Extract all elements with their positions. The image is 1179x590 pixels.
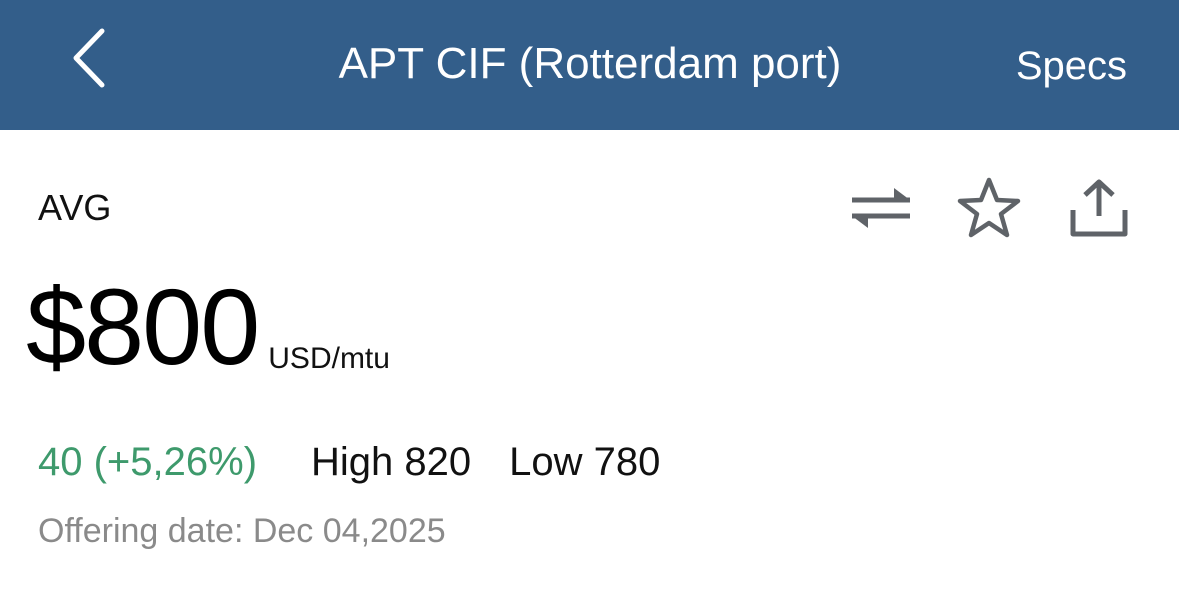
swap-button[interactable] xyxy=(846,176,916,244)
high-value: High 820 xyxy=(311,440,472,484)
price-stats: 40 (+5,26%) High 820 Low 780 xyxy=(38,436,660,488)
share-button[interactable] xyxy=(1064,176,1134,244)
price-change: 40 (+5,26%) xyxy=(38,440,258,484)
star-icon xyxy=(956,176,1022,245)
offering-date: Offering date: Dec 04,2025 xyxy=(38,512,446,550)
price-value: $800 xyxy=(26,266,260,387)
favorite-button[interactable] xyxy=(954,176,1024,244)
price-unit: USD/mtu xyxy=(268,342,390,375)
low-value: Low 780 xyxy=(509,440,661,484)
specs-button[interactable]: Specs xyxy=(1016,40,1127,92)
swap-icon xyxy=(848,182,914,239)
page-title: APT CIF (Rotterdam port) xyxy=(338,39,842,88)
share-icon xyxy=(1067,176,1131,245)
back-button[interactable] xyxy=(58,28,118,92)
top-bar: APT CIF (Rotterdam port) Specs xyxy=(0,0,1179,130)
price-type-label: AVG xyxy=(38,187,112,228)
chevron-left-icon xyxy=(68,27,108,94)
price-block: $800 USD/mtu xyxy=(26,268,390,386)
